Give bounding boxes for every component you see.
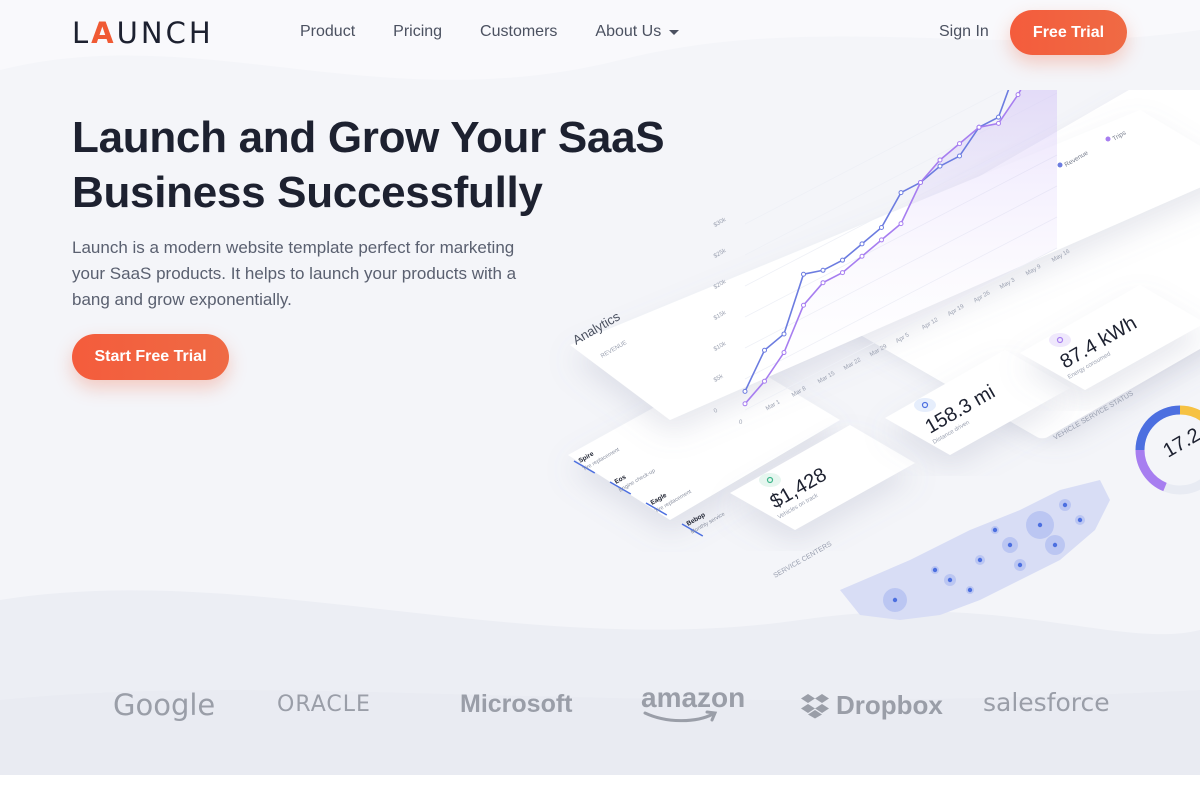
x-tick-label: Mar 15 xyxy=(817,370,837,385)
free-trial-button[interactable]: Free Trial xyxy=(1010,10,1127,55)
hero-subtitle: Launch is a modern website template perf… xyxy=(72,238,517,309)
salesforce-logo-text: salesforce xyxy=(983,688,1110,717)
trips-point xyxy=(840,270,845,276)
service-center-dot xyxy=(1017,562,1023,568)
dropbox-icon xyxy=(801,693,829,718)
service-center-dot xyxy=(992,527,998,533)
trips-point xyxy=(820,280,826,286)
status-value: 17.2 xyxy=(1160,424,1200,463)
top-nav: LAUNCH Product Pricing Customers About U… xyxy=(0,0,1200,66)
trips-point xyxy=(976,124,982,130)
service-center-dot xyxy=(1077,517,1083,523)
amazon-logo: amazon xyxy=(641,682,745,724)
x-tick-label: Mar 22 xyxy=(843,357,863,372)
trips-point xyxy=(957,141,962,147)
google-logo-text: Google xyxy=(113,688,216,722)
nav-link-about-us-label: About Us xyxy=(595,23,662,40)
microsoft-logo: Microsoft xyxy=(460,690,573,719)
start-free-trial-button[interactable]: Start Free Trial xyxy=(72,334,229,380)
revenue-point xyxy=(898,190,904,196)
hero-title-line-2: Business Successfully xyxy=(72,168,543,217)
dropbox-logo-text: Dropbox xyxy=(836,690,943,720)
service-list-item: BebopMonthly service xyxy=(681,511,726,537)
hero-title: Launch and Grow Your SaaS Business Succe… xyxy=(72,110,712,220)
legend-swatch xyxy=(1105,136,1111,142)
nav-link-customers[interactable]: Customers xyxy=(480,23,557,41)
nav-link-product[interactable]: Product xyxy=(300,23,355,41)
y-tick-label: $30k xyxy=(713,217,728,229)
trips-point xyxy=(937,157,943,163)
trips-point xyxy=(918,179,923,185)
service-center-dot xyxy=(892,597,898,603)
trips-point xyxy=(1015,92,1021,98)
service-center-dot xyxy=(947,577,953,583)
chevron-down-icon xyxy=(669,29,680,35)
microsoft-logo-text: Microsoft xyxy=(460,690,573,718)
logo[interactable]: LAUNCH xyxy=(72,16,214,50)
revenue-point xyxy=(762,347,767,353)
trips-point xyxy=(762,378,767,384)
dropbox-logo: Dropbox xyxy=(800,690,943,721)
revenue-point xyxy=(879,225,884,231)
service-center-dot xyxy=(1007,542,1013,548)
salesforce-logo: salesforce xyxy=(983,688,1110,717)
trips-point xyxy=(801,302,806,308)
revenue-point xyxy=(996,114,1001,120)
google-logo: Google xyxy=(113,688,215,722)
oracle-logo: ORACLE xyxy=(277,692,371,717)
revenue-point xyxy=(937,163,943,169)
nav-links: Product Pricing Customers About Us xyxy=(300,23,717,41)
sign-in-link[interactable]: Sign In xyxy=(939,23,989,41)
nav-link-about-us[interactable]: About Us xyxy=(595,23,680,41)
amazon-smile-icon xyxy=(643,710,718,723)
hero-title-line-1: Launch and Grow Your SaaS xyxy=(72,113,665,162)
service-center-dot xyxy=(932,567,938,573)
map-label: SERVICE CENTERS xyxy=(773,541,834,580)
revenue-point xyxy=(781,331,787,337)
service-center-dot xyxy=(1052,542,1058,548)
revenue-point xyxy=(840,257,845,263)
trips-point xyxy=(996,120,1001,126)
revenue-point xyxy=(742,388,748,394)
service-center-dot xyxy=(1062,502,1068,508)
logo-accent-letter: A xyxy=(91,16,117,50)
footer-strip xyxy=(0,775,1200,800)
status-ring-purple xyxy=(1135,449,1167,492)
nav-link-pricing[interactable]: Pricing xyxy=(393,23,442,41)
trips-point xyxy=(898,221,904,227)
service-center-dot xyxy=(1037,522,1043,528)
revenue-point xyxy=(957,153,962,159)
bolt-icon xyxy=(1049,333,1071,347)
customer-logos: Google ORACLE Microsoft amazon Dropbox s… xyxy=(0,680,1200,740)
trips-point xyxy=(781,350,787,356)
revenue-point xyxy=(859,241,865,247)
y-tick-label: $25k xyxy=(713,248,728,260)
check-icon xyxy=(759,473,781,487)
pin-icon xyxy=(914,398,936,412)
trips-point xyxy=(742,401,748,407)
revenue-point xyxy=(801,271,806,277)
legend-swatch xyxy=(1057,162,1063,168)
service-center-dot xyxy=(967,587,973,593)
logo-text: LAUNCH xyxy=(72,16,214,50)
trips-point xyxy=(879,237,884,243)
oracle-logo-text: ORACLE xyxy=(277,692,371,717)
revenue-point xyxy=(820,267,826,273)
service-center-dot xyxy=(977,557,983,563)
trips-point xyxy=(859,253,865,259)
